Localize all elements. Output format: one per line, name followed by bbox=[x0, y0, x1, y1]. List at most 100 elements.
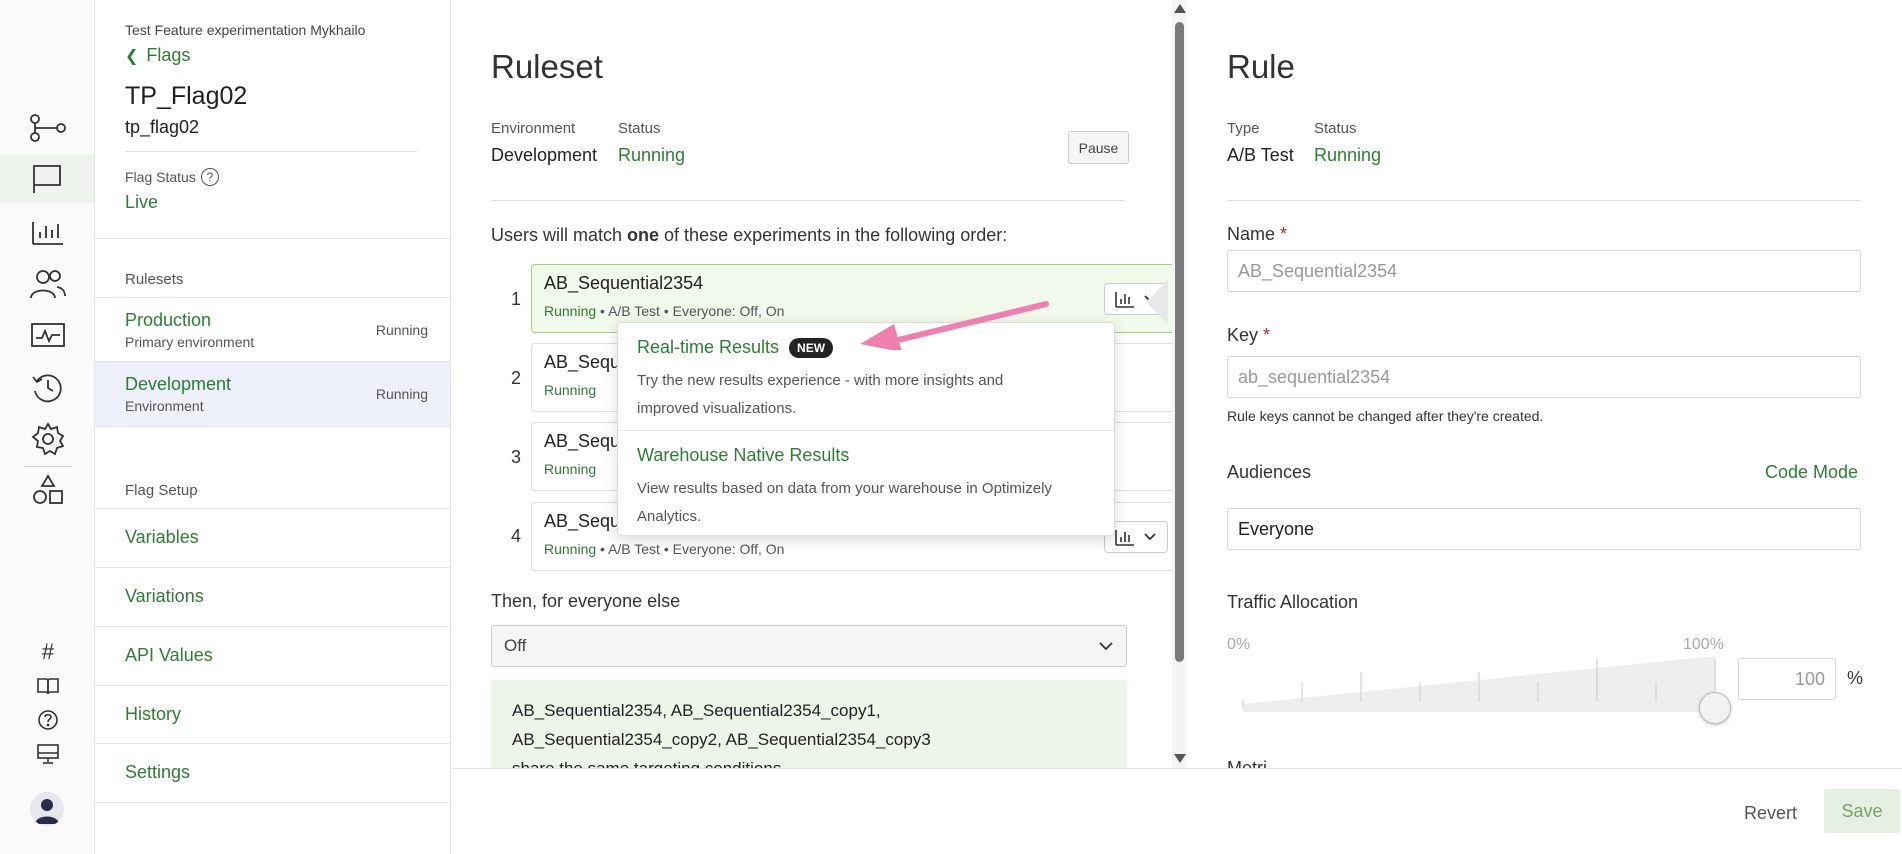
shapes-icon[interactable] bbox=[24, 466, 72, 514]
experiment-meta: Running • A/B Test • Everyone: Off, On bbox=[544, 303, 784, 319]
code-mode-link[interactable]: Code Mode bbox=[1765, 462, 1858, 483]
menu-item-warehouse-native-results[interactable]: Warehouse Native Results View results ba… bbox=[618, 431, 1114, 535]
panel-pointer bbox=[1146, 280, 1168, 324]
note-line: AB_Sequential2354_copy2, AB_Sequential23… bbox=[512, 730, 931, 749]
experiment-status: Running bbox=[544, 382, 597, 398]
chevron-left-icon: ❮ bbox=[125, 47, 139, 65]
setup-item-settings[interactable]: Settings bbox=[95, 743, 450, 802]
everyone-else-select[interactable]: Off bbox=[491, 625, 1127, 667]
traffic-percent-input[interactable]: 100 bbox=[1738, 658, 1836, 700]
scrollbar-thumb[interactable] bbox=[1175, 22, 1184, 662]
key-label: Key * bbox=[1227, 325, 1270, 346]
required-mark: * bbox=[1263, 325, 1271, 345]
status-label: Status bbox=[618, 120, 661, 137]
annotation-arrow-icon bbox=[860, 301, 1049, 350]
scroll-up-icon[interactable] bbox=[1174, 4, 1186, 13]
experiment-meta: Running bbox=[544, 382, 596, 398]
percent-unit: % bbox=[1847, 668, 1864, 688]
flag-sidebar: Test Feature experimentation Mykhailo ❮ … bbox=[95, 0, 451, 854]
experiment-title: AB_Sequ bbox=[544, 431, 621, 451]
divider bbox=[95, 802, 450, 803]
flag-icon[interactable] bbox=[0, 155, 94, 203]
audience-input[interactable]: Everyone bbox=[1227, 508, 1861, 550]
help-icon[interactable] bbox=[34, 706, 62, 734]
setup-item-variations[interactable]: Variations bbox=[95, 567, 450, 626]
description-line: View results based on data from your war… bbox=[637, 480, 1052, 497]
revert-button[interactable]: Revert bbox=[1744, 803, 1797, 824]
gear-icon[interactable] bbox=[24, 415, 72, 463]
pause-button[interactable]: Pause bbox=[1068, 131, 1129, 164]
traffic-slider-handle[interactable] bbox=[1699, 692, 1731, 724]
experiment-status: Running bbox=[544, 303, 597, 319]
rulesets-heading: Rulesets bbox=[125, 271, 184, 288]
ruleset-development[interactable]: Development Environment Running bbox=[95, 361, 450, 426]
environment-value: Development bbox=[491, 145, 598, 165]
key-input[interactable]: ab_sequential2354 bbox=[1227, 356, 1861, 398]
metrics-label-cut: Metri bbox=[1227, 758, 1267, 768]
bar-chart-icon bbox=[1115, 530, 1134, 546]
book-icon[interactable] bbox=[34, 672, 62, 700]
setup-item-label: Variables bbox=[125, 527, 199, 547]
flag-status-label: Flag Status ? bbox=[125, 168, 219, 186]
desktop-icon[interactable] bbox=[34, 740, 62, 768]
ruleset-scrollbar[interactable] bbox=[1172, 0, 1186, 768]
key-help-text: Rule keys cannot be changed after they'r… bbox=[1227, 408, 1544, 424]
setup-item-history[interactable]: History bbox=[95, 685, 450, 743]
name-label: Name * bbox=[1227, 224, 1287, 245]
experiment-status: Running bbox=[544, 461, 597, 477]
monitor-chart-icon[interactable] bbox=[24, 312, 72, 360]
divider bbox=[1227, 200, 1861, 201]
divider bbox=[125, 151, 417, 152]
divider bbox=[95, 238, 450, 239]
description-line: Analytics. bbox=[637, 508, 702, 525]
key-label-text: Key bbox=[1227, 325, 1259, 345]
experiment-meta: Running bbox=[544, 461, 596, 477]
scroll-down-icon[interactable] bbox=[1174, 754, 1186, 763]
back-to-flags-link[interactable]: ❮ Flags bbox=[125, 45, 190, 66]
setup-item-variables[interactable]: Variables bbox=[95, 508, 450, 567]
results-dropdown-menu: Real-time Results NEW Try the new result… bbox=[617, 322, 1115, 536]
help-circle-icon[interactable]: ? bbox=[200, 168, 219, 186]
traffic-min-label: 0% bbox=[1227, 636, 1251, 653]
name-input[interactable]: AB_Sequential2354 bbox=[1227, 250, 1861, 292]
bar-chart-icon[interactable] bbox=[24, 208, 72, 256]
status-label: Status bbox=[1314, 120, 1357, 137]
ruleset-status: Running bbox=[375, 386, 428, 402]
users-icon[interactable] bbox=[24, 260, 72, 308]
ruleset-name: Production bbox=[125, 310, 212, 330]
everyone-else-value: Off bbox=[504, 636, 527, 655]
rule-title: Rule bbox=[1227, 48, 1295, 85]
chevron-down-icon bbox=[1144, 533, 1156, 541]
audiences-label: Audiences bbox=[1227, 462, 1312, 482]
setup-item-label: History bbox=[125, 704, 182, 724]
project-name: Test Feature experimentation Mykhailo bbox=[125, 22, 366, 38]
hash-icon[interactable]: # bbox=[34, 638, 62, 666]
flag-status-value: Live bbox=[125, 192, 159, 212]
menu-item-title: Real-time Results bbox=[637, 337, 780, 357]
save-button[interactable]: Save bbox=[1824, 789, 1900, 833]
experiment-number: 2 bbox=[511, 368, 522, 388]
traffic-slider[interactable] bbox=[1241, 656, 1731, 724]
rule-panel: Rule Type A/B Test Status Running Name *… bbox=[1187, 0, 1902, 768]
experiment-details: • A/B Test • Everyone: Off, On bbox=[596, 303, 785, 319]
ruleset-title: Ruleset bbox=[491, 48, 603, 85]
flag-setup-heading: Flag Setup bbox=[125, 482, 198, 499]
flag-status-text: Flag Status bbox=[125, 169, 196, 185]
type-value: A/B Test bbox=[1227, 145, 1294, 165]
environment-label: Environment bbox=[491, 120, 576, 137]
user-avatar-icon[interactable] bbox=[30, 792, 64, 826]
history-icon[interactable] bbox=[24, 364, 72, 412]
required-mark: * bbox=[1280, 224, 1288, 244]
experiment-details: • A/B Test • Everyone: Off, On bbox=[596, 541, 785, 557]
icon-rail: # bbox=[0, 0, 95, 854]
back-link-label: Flags bbox=[146, 45, 191, 65]
shared-targeting-note: AB_Sequential2354, AB_Sequential2354_cop… bbox=[491, 680, 1127, 768]
ruleset-status: Running bbox=[375, 322, 428, 338]
setup-item-api-values[interactable]: API Values bbox=[95, 626, 450, 685]
ruleset-production[interactable]: Production Primary environment Running bbox=[95, 297, 450, 361]
note-line: share the same targeting conditions. bbox=[512, 754, 1106, 768]
description-line: improved visualizations. bbox=[637, 400, 797, 417]
setup-item-label: Variations bbox=[125, 586, 204, 606]
flow-icon[interactable] bbox=[24, 104, 72, 152]
traffic-ramp-icon bbox=[1242, 656, 1716, 712]
